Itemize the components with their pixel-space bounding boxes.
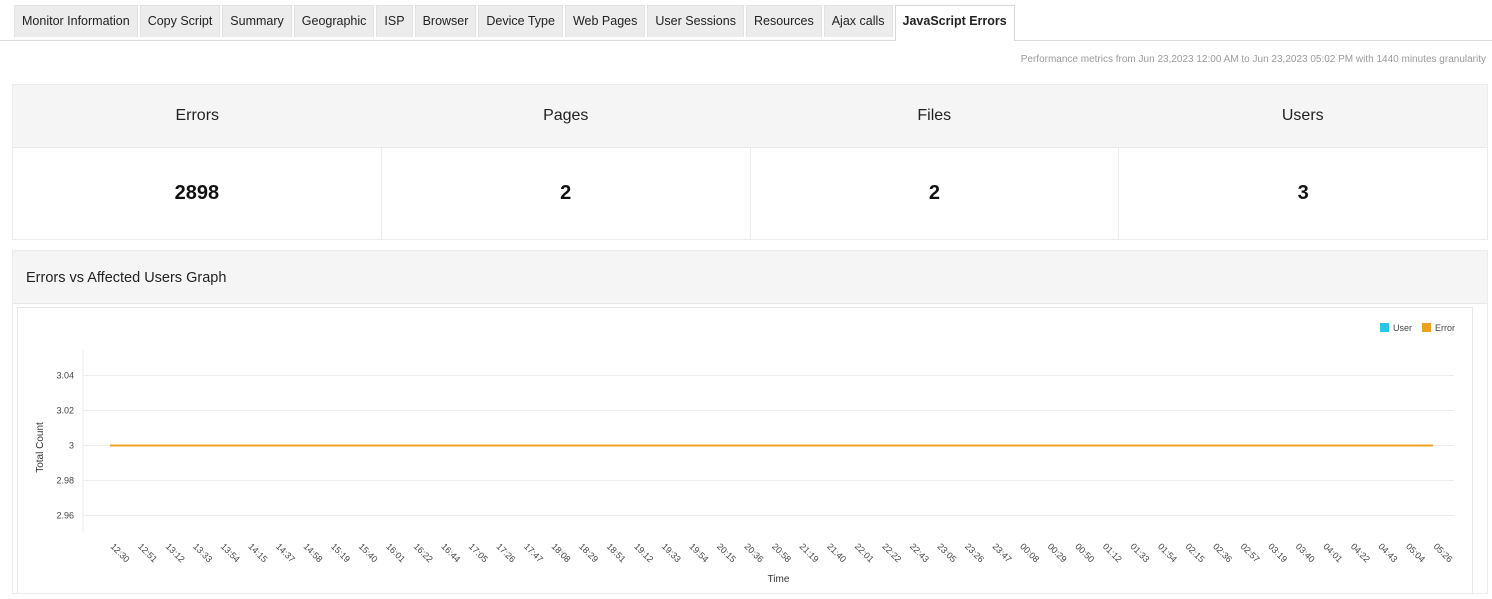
legend-swatch-error	[1422, 323, 1431, 332]
x-axis-title: Time	[768, 574, 790, 585]
x-tick-label: 18:08	[550, 541, 573, 564]
x-tick-label: 23:47	[991, 541, 1014, 564]
tab-isp[interactable]: ISP	[376, 5, 413, 37]
x-tick-label: 17:05	[467, 541, 490, 564]
x-tick-label: 22:43	[908, 541, 931, 564]
x-tick-label: 13:54	[219, 541, 242, 564]
x-tick-label: 16:01	[384, 541, 407, 564]
y-tick-label: 2.98	[56, 476, 74, 486]
summary-value-pages: 2	[382, 148, 751, 239]
y-tick-label: 2.96	[56, 511, 74, 521]
x-tick-label: 13:33	[191, 541, 214, 564]
x-tick-label: 14:37	[274, 541, 297, 564]
chart-container: 3.04 3.02 3 2.98 2.96 12:30 12:51 13:12 13:33 13:…	[17, 307, 1473, 594]
tab-summary[interactable]: Summary	[222, 5, 292, 37]
x-tick-label: 02:15	[1184, 541, 1207, 564]
tab-web-pages[interactable]: Web Pages	[564, 5, 646, 37]
legend-label-error: Error	[1435, 323, 1455, 333]
x-tick-label: 16:44	[439, 541, 462, 564]
x-tick-label: 03:19	[1266, 541, 1289, 564]
summary-header-errors: Errors	[175, 107, 220, 124]
tab-bar: Monitor Information Copy Script Summary Geo…	[0, 0, 1492, 41]
tab-javascript-errors[interactable]: JavaScript Errors	[894, 5, 1015, 41]
tab-ajax-calls[interactable]: Ajax calls	[823, 5, 893, 37]
x-tick-label: 20:58	[770, 541, 793, 564]
x-tick-label: 14:58	[302, 541, 325, 564]
tab-resources[interactable]: Resources	[745, 5, 822, 37]
x-tick-label: 05:04	[1404, 541, 1427, 564]
x-tick-label: 01:33	[1128, 541, 1151, 564]
graph-title: Errors vs Affected Users Graph	[26, 270, 227, 286]
y-tick-label: 3.04	[56, 371, 74, 381]
y-tick-label: 3.02	[56, 406, 74, 416]
tab-device-type[interactable]: Device Type	[478, 5, 563, 37]
x-tick-label: 20:15	[715, 541, 738, 564]
x-tick-label: 14:15	[246, 541, 269, 564]
x-tick-label: 04:43	[1376, 541, 1399, 564]
x-tick-label: 13:12	[164, 541, 187, 564]
x-tick-label: 18:51	[605, 541, 628, 564]
errors-users-line-chart: 3.04 3.02 3 2.98 2.96 12:30 12:51 13:12 13:33 13:…	[35, 323, 1455, 585]
summary-value-errors: 2898	[13, 148, 382, 239]
tab-list: Monitor Information Copy Script Summary Geo…	[14, 5, 1017, 41]
x-tick-label: 17:47	[522, 541, 545, 564]
summary-panel: Errors Pages Files Users 2898 2 2 3	[12, 84, 1488, 240]
tab-browser[interactable]: Browser	[414, 5, 477, 37]
x-tick-label: 23:05	[935, 541, 958, 564]
tab-user-sessions[interactable]: User Sessions	[647, 5, 744, 37]
summary-value-files: 2	[751, 148, 1120, 239]
x-tick-label: 00:29	[1046, 541, 1069, 564]
x-tick-label: 05:26	[1432, 541, 1455, 564]
x-tick-label: 00:08	[1018, 541, 1041, 564]
x-tick-label: 15:19	[329, 541, 352, 564]
x-tick-label: 01:54	[1156, 541, 1179, 564]
x-tick-label: 22:22	[880, 541, 903, 564]
x-tick-label: 02:36	[1211, 541, 1234, 564]
summary-values-row: 2898 2 2 3	[13, 148, 1487, 239]
x-tick-label: 01:12	[1101, 541, 1124, 564]
y-tick-label: 3	[69, 441, 74, 451]
x-tick-label: 21:40	[825, 541, 848, 564]
x-tick-label: 12:51	[136, 541, 159, 564]
x-tick-label: 12:30	[109, 541, 132, 564]
tab-monitor-information[interactable]: Monitor Information	[14, 5, 138, 37]
x-tick-label: 17:26	[494, 541, 517, 564]
graph-header: Errors vs Affected Users Graph	[13, 251, 1487, 304]
graph-panel: Errors vs Affected Users Graph 3.04 3.02 3…	[12, 250, 1488, 594]
summary-value-users: 3	[1297, 182, 1309, 204]
performance-metrics-text: Performance metrics from Jun 23,2023 12:…	[1020, 54, 1486, 65]
x-tick-label: 00:50	[1073, 541, 1096, 564]
legend-swatch-user	[1380, 323, 1389, 332]
x-tick-label: 02:57	[1239, 541, 1262, 564]
x-tick-label: 15:40	[357, 541, 380, 564]
x-tick-label: 04:01	[1321, 541, 1344, 564]
x-tick-label: 23:26	[963, 541, 986, 564]
x-tick-label: 18:29	[577, 541, 600, 564]
summary-header-users: Users	[1281, 107, 1324, 124]
x-tick-label: 21:19	[798, 541, 821, 564]
x-tick-label: 03:40	[1294, 541, 1317, 564]
legend-label-user: User	[1393, 323, 1412, 333]
y-axis-title: Total Count	[35, 422, 46, 473]
x-tick-label: 04:22	[1349, 541, 1372, 564]
summary-header-row: Errors Pages Files Users	[13, 85, 1487, 148]
x-tick-label: 16:22	[412, 541, 435, 564]
x-tick-label: 20:36	[743, 541, 766, 564]
x-tick-label: 22:01	[853, 541, 876, 564]
tab-copy-script[interactable]: Copy Script	[139, 5, 221, 37]
tab-geographic[interactable]: Geographic	[293, 5, 375, 37]
x-tick-label: 19:54	[687, 541, 710, 564]
summary-header-files: Files	[917, 107, 952, 124]
x-tick-label: 19:33	[660, 541, 683, 564]
x-tick-label: 19:12	[632, 541, 655, 564]
summary-header-pages: Pages	[543, 107, 589, 124]
